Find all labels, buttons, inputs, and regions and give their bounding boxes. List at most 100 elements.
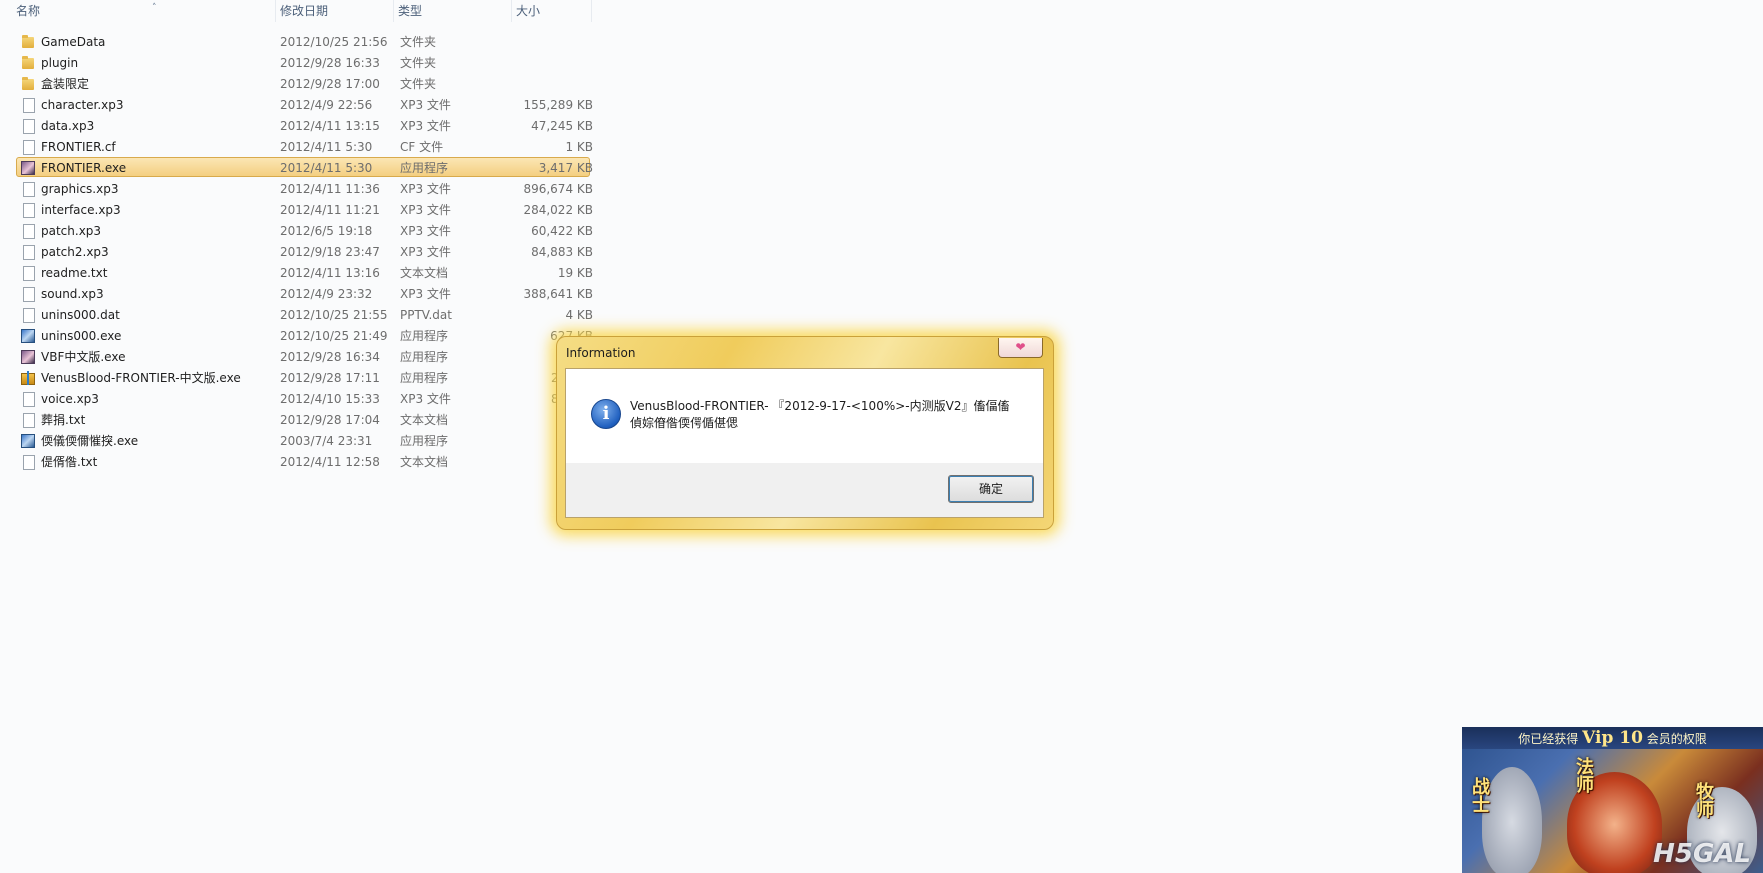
file-size (510, 32, 593, 51)
column-header-date[interactable]: 修改日期 (276, 0, 394, 22)
file-type: 应用程序 (400, 350, 449, 364)
file-name: voice.xp3 (41, 392, 99, 406)
file-date: 2012/4/11 5:30 (280, 140, 373, 154)
column-header-size[interactable]: 大小 (512, 0, 592, 22)
file-date: 2012/9/28 16:33 (280, 56, 380, 70)
file-name: unins000.dat (41, 308, 120, 322)
setup-icon (20, 433, 36, 449)
file-size: 284,022 KB (523, 203, 593, 217)
file-date: 2012/4/11 13:16 (280, 266, 380, 280)
file-row[interactable]: GameData 2012/10/25 21:56 文件夹 (16, 31, 590, 51)
file-name: unins000.exe (41, 329, 122, 343)
file-type: 应用程序 (400, 371, 449, 385)
file-name: GameData (41, 35, 106, 49)
file-type: XP3 文件 (400, 287, 451, 301)
file-type: 文本文档 (400, 455, 449, 469)
file-row[interactable]: 盒装限定 2012/9/28 17:00 文件夹 (16, 73, 590, 93)
file-date: 2003/7/4 23:31 (280, 434, 373, 448)
file-icon (20, 97, 36, 113)
column-header-name-label: 名称 (16, 4, 41, 18)
file-date: 2012/9/28 17:04 (280, 413, 380, 427)
file-type: 文件夹 (400, 35, 437, 49)
file-row[interactable]: VenusBlood-FRONTIER-中文版.exe 2012/9/28 17:… (16, 367, 593, 387)
file-row[interactable]: voice.xp32012/4/10 15:33XP3 文件885,38 (16, 388, 593, 408)
file-row[interactable]: 葬捐.txt 2012/9/28 17:04 文本文档 (16, 409, 590, 429)
dialog-message: VenusBlood-FRONTIER- 『2012-9-17-<100%>-内… (630, 398, 1030, 432)
dialog-title: Information (566, 346, 636, 360)
file-date: 2012/4/11 11:36 (280, 182, 380, 196)
file-icon (20, 139, 36, 155)
file-name: 偄儀偄儞慛揬.exe (41, 434, 139, 448)
file-icon (20, 244, 36, 260)
file-name: graphics.xp3 (41, 182, 119, 196)
dialog-close-button[interactable]: ❤ (998, 338, 1043, 358)
file-row[interactable]: unins000.dat 2012/10/25 21:55 PPTV.dat 4 KB (16, 304, 593, 324)
file-name: readme.txt (41, 266, 108, 280)
gift-icon (20, 370, 36, 386)
file-type: PPTV.dat (400, 308, 452, 322)
file-type: 文本文档 (400, 413, 449, 427)
file-size: 47,245 KB (531, 119, 593, 133)
file-icon (20, 223, 36, 239)
file-row[interactable]: patch.xp3 2012/6/5 19:18 XP3 文件 60,422 KB (16, 220, 593, 240)
dialog-message-line2: 偵婃傄偺偄偔偱偡偲 (630, 416, 739, 430)
file-type: XP3 文件 (400, 224, 451, 238)
file-size: 4 KB (565, 308, 593, 322)
file-row[interactable]: graphics.xp3 2012/4/11 11:36 XP3 文件 896,674… (16, 178, 593, 198)
file-row[interactable]: patch2.xp3 2012/9/18 23:47 XP3 文件 84,883 KB (16, 241, 593, 261)
vip-ad-banner[interactable]: 你已经获得 Vip 10 会员的权限 战士 法师 牧师 H5GAL (1462, 727, 1763, 873)
file-type: CF 文件 (400, 140, 444, 154)
vip-class-warrior: 战士 (1469, 777, 1490, 813)
ok-button[interactable]: 确定 (948, 475, 1034, 503)
file-type: 文件夹 (400, 56, 437, 70)
file-row[interactable]: plugin 2012/9/28 16:33 文件夹 (16, 52, 590, 72)
file-date: 2012/4/11 12:58 (280, 455, 380, 469)
file-row[interactable]: data.xp3 2012/4/11 13:15 XP3 文件 47,245 KB (16, 115, 593, 135)
file-icon (20, 181, 36, 197)
file-row[interactable]: 偄儀偄儞慛揬.exe2003/7/4 23:31应用程序1 (16, 430, 593, 450)
close-heart-icon: ❤ (1015, 340, 1026, 354)
file-date: 2012/10/25 21:49 (280, 329, 388, 343)
file-row[interactable]: unins000.exe2012/10/25 21:49应用程序627 KB (16, 325, 593, 345)
file-row[interactable]: FRONTIER.cf 2012/4/11 5:30 CF 文件 1 KB (16, 136, 593, 156)
file-size: 155,289 KB (523, 98, 593, 112)
file-icon (20, 286, 36, 302)
vip-ad-headline: 你已经获得 Vip 10 会员的权限 (1462, 727, 1763, 749)
file-type: 文件夹 (400, 77, 437, 91)
file-row[interactable]: readme.txt 2012/4/11 13:16 文本文档 19 KB (16, 262, 593, 282)
column-header-bar: 名称 ˄ 修改日期 类型 大小 (0, 0, 1763, 22)
file-name: patch2.xp3 (41, 245, 109, 259)
file-name: 偍偦偺.txt (41, 455, 98, 469)
file-type: XP3 文件 (400, 245, 451, 259)
folder-icon (20, 34, 36, 50)
vip-class-priest: 牧师 (1693, 782, 1714, 818)
file-size: 19 KB (557, 266, 593, 280)
column-header-type[interactable]: 类型 (394, 0, 512, 22)
file-row[interactable]: interface.xp3 2012/4/11 11:21 XP3 文件 284,02… (16, 199, 593, 219)
file-row[interactable]: 偍偦偺.txt2012/4/11 12:58文本文档1 (16, 451, 593, 471)
dialog-body: i VenusBlood-FRONTIER- 『2012-9-17-<100%>… (565, 368, 1044, 518)
file-date: 2012/4/11 11:21 (280, 203, 380, 217)
vip-class-mage: 法师 (1573, 757, 1594, 793)
file-icon (20, 454, 36, 470)
file-date: 2012/9/18 23:47 (280, 245, 380, 259)
file-row[interactable]: VBF中文版.exe2012/9/28 16:34应用程序3,47 (16, 346, 593, 366)
file-date: 2012/10/25 21:56 (280, 35, 388, 49)
file-row[interactable]: FRONTIER.exe 2012/4/11 5:30 应用程序 3,417 KB (16, 157, 593, 177)
file-type: 应用程序 (400, 161, 449, 175)
column-header-name[interactable]: 名称 ˄ (12, 0, 276, 22)
file-row[interactable]: character.xp3 2012/4/9 22:56 XP3 文件 155,289… (16, 94, 593, 114)
information-icon: i (591, 399, 621, 429)
app-icon (20, 349, 36, 365)
vip-level-label: Vip 10 (1582, 728, 1643, 748)
file-date: 2012/10/25 21:55 (280, 308, 388, 322)
file-size: 388,641 KB (523, 287, 593, 301)
file-date: 2012/4/9 22:56 (280, 98, 373, 112)
file-name: data.xp3 (41, 119, 95, 133)
file-date: 2012/6/5 19:18 (280, 224, 373, 238)
file-date: 2012/9/28 17:11 (280, 371, 380, 385)
file-icon (20, 412, 36, 428)
file-name: 葬捐.txt (41, 413, 86, 427)
file-row[interactable]: sound.xp3 2012/4/9 23:32 XP3 文件 388,641 KB (16, 283, 593, 303)
vip-text-before: 你已经获得 (1518, 732, 1579, 746)
